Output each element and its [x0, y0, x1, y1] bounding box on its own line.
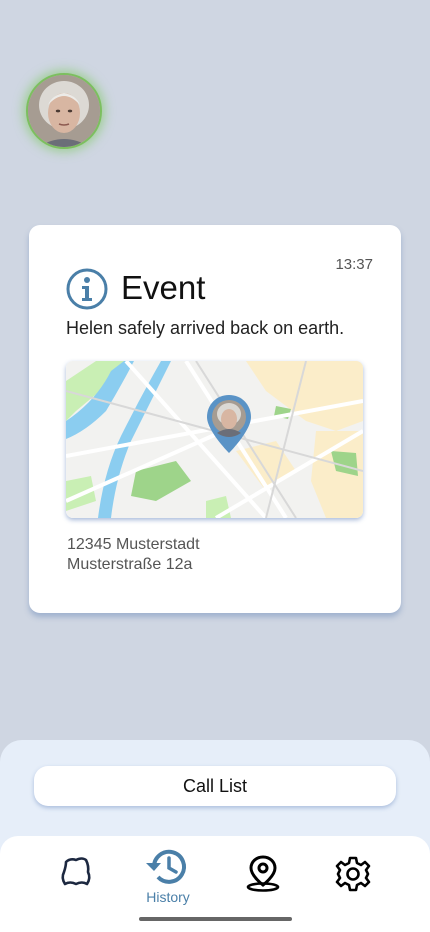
- address-line-1: 12345 Musterstadt: [67, 536, 200, 553]
- event-title: Event: [121, 269, 206, 306]
- bell-icon: [61, 857, 91, 886]
- location-pin-icon: [207, 395, 251, 453]
- nav-item-history[interactable]: History: [144, 846, 192, 905]
- event-location-map[interactable]: [66, 361, 363, 518]
- history-icon: [146, 849, 186, 884]
- nav-item-settings[interactable]: [335, 856, 371, 892]
- nav-item-alerts[interactable]: [58, 854, 94, 890]
- map-pin-icon: [246, 855, 280, 892]
- nav-item-location[interactable]: [244, 854, 282, 892]
- nav-label-history: History: [146, 889, 190, 905]
- event-address: 12345 Musterstadt Musterstraße 12a: [67, 535, 200, 575]
- event-description: Helen safely arrived back on earth.: [66, 318, 345, 338]
- home-indicator: [139, 917, 292, 921]
- profile-avatar[interactable]: [26, 73, 102, 149]
- call-list-button[interactable]: Call List: [34, 766, 396, 806]
- address-line-2: Musterstraße 12a: [67, 556, 193, 573]
- avatar-image: [28, 75, 100, 147]
- info-icon: [66, 268, 108, 310]
- event-time: 13:37: [335, 256, 373, 273]
- gear-icon: [335, 856, 371, 892]
- event-card[interactable]: 13:37 Event Helen safely arrived back on…: [29, 225, 401, 613]
